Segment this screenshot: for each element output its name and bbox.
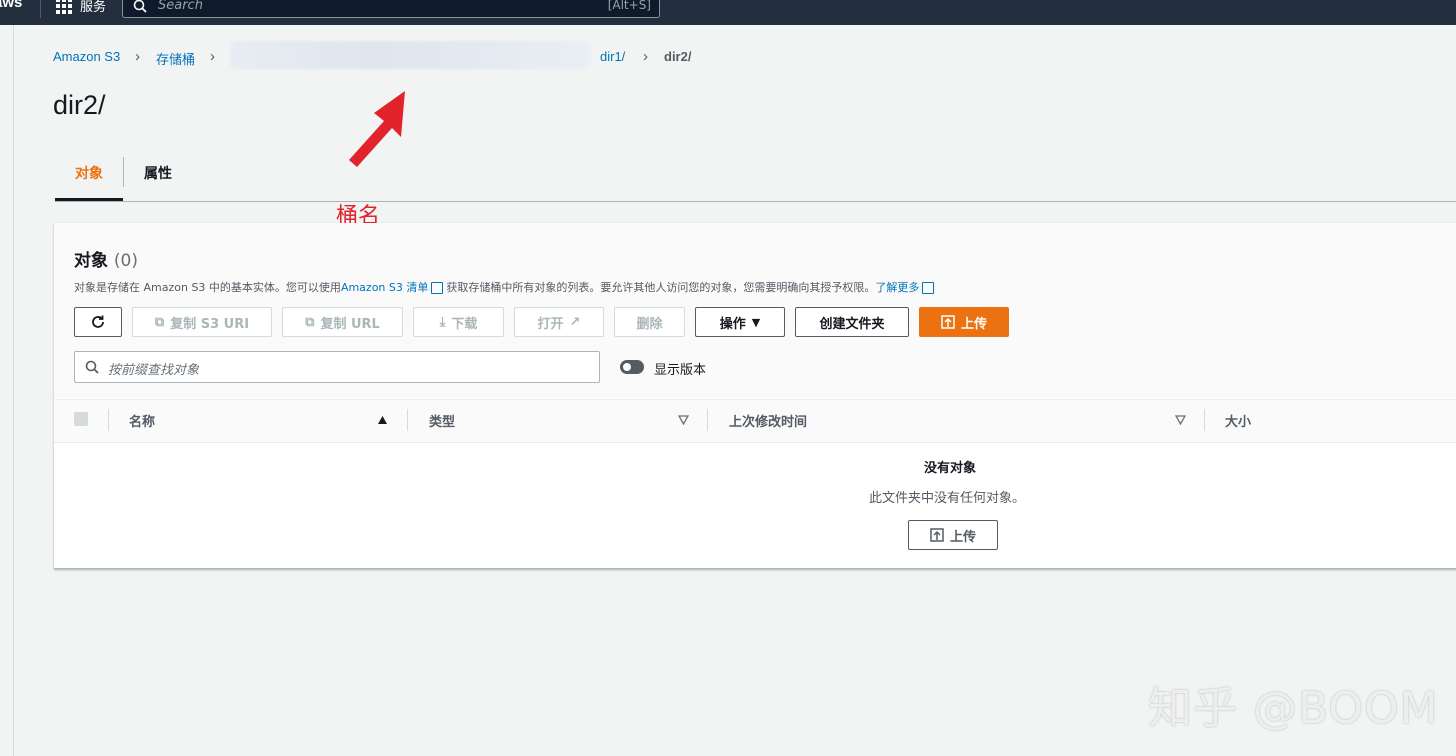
external-link-icon: ↗ <box>569 314 581 330</box>
learn-more-link[interactable]: 了解更多 <box>875 279 919 295</box>
sort-ascending-icon[interactable] <box>377 415 388 425</box>
inventory-link[interactable]: Amazon S3 清单 <box>341 279 428 295</box>
annotation-arrow-icon <box>349 91 405 167</box>
column-divider <box>1204 409 1205 431</box>
open-label: 打开 <box>537 316 564 332</box>
caret-down-icon: ▼ <box>751 315 761 329</box>
nav-divider <box>40 0 41 18</box>
tabs-baseline <box>55 201 1456 202</box>
sort-icon[interactable] <box>678 415 689 425</box>
empty-upload-button[interactable]: 上传 <box>908 520 998 550</box>
chevron-right-icon: › <box>135 48 140 65</box>
objects-panel-title: 对象 (0) <box>74 246 138 271</box>
delete-button[interactable]: 删除 <box>614 307 685 337</box>
search-icon <box>85 360 99 374</box>
upload-icon <box>930 528 944 542</box>
objects-title-text: 对象 <box>74 251 108 271</box>
search-placeholder: Search <box>158 0 203 13</box>
find-objects-input[interactable]: 按前缀查找对象 <box>74 351 600 383</box>
actions-dropdown-button[interactable]: 操作 ▼ <box>695 307 785 337</box>
grid-icon <box>56 0 72 14</box>
column-header-name[interactable]: 名称 <box>129 411 155 430</box>
download-icon: ⤓ <box>439 314 446 330</box>
download-label: 下载 <box>451 316 478 332</box>
desc-text-1: 对象是存储在 Amazon S3 中的基本实体。您可以使用 <box>74 281 341 294</box>
copy-s3-uri-label: 复制 S3 URI <box>170 316 250 332</box>
chevron-right-icon: › <box>210 48 215 65</box>
toggle-knob <box>623 363 631 371</box>
refresh-icon <box>92 315 104 328</box>
copy-url-label: 复制 URL <box>320 316 380 332</box>
delete-label: 删除 <box>636 316 663 332</box>
sort-icon[interactable] <box>1175 415 1186 425</box>
upload-icon <box>941 315 955 329</box>
services-menu-button[interactable]: 服务 <box>56 0 106 15</box>
show-versions-label: 显示版本 <box>654 363 707 378</box>
services-label: 服务 <box>80 0 107 15</box>
breadcrumb-current: dir2/ <box>664 49 692 64</box>
objects-count: (0) <box>113 251 139 271</box>
copy-icon: ⧉ <box>154 314 165 330</box>
upload-button[interactable]: 上传 <box>919 307 1009 337</box>
column-header-last-modified[interactable]: 上次修改时间 <box>729 411 807 430</box>
refresh-button[interactable] <box>74 307 122 337</box>
open-button[interactable]: 打开 ↗ <box>514 307 604 337</box>
column-divider <box>108 409 109 431</box>
copy-icon: ⧉ <box>305 314 315 330</box>
actions-label: 操作 <box>719 316 746 332</box>
breadcrumb-amazon-s3[interactable]: Amazon S3 <box>53 49 120 64</box>
search-shortcut: [Alt+S] <box>607 0 651 12</box>
chevron-right-icon: › <box>643 48 648 65</box>
tab-objects[interactable]: 对象 <box>75 163 103 183</box>
column-header-size[interactable]: 大小 <box>1225 411 1251 430</box>
side-divider <box>13 25 14 756</box>
empty-state-description: 此文件夹中没有任何对象。 <box>869 491 1026 506</box>
upload-label: 上传 <box>960 316 987 332</box>
show-versions-toggle[interactable] <box>620 360 644 374</box>
search-icon <box>133 0 147 13</box>
tab-divider <box>123 157 124 187</box>
empty-title-text: 没有对象 <box>924 461 977 476</box>
watermark: 知乎 @BOOM <box>1148 683 1439 734</box>
empty-upload-label: 上传 <box>949 529 976 545</box>
breadcrumb-dir1[interactable]: dir1/ <box>600 49 625 64</box>
aws-logo[interactable]: aws <box>0 0 22 11</box>
page-title: dir2/ <box>53 90 106 120</box>
breadcrumb-bucket-name-redacted[interactable] <box>230 41 590 69</box>
breadcrumb-buckets[interactable]: 存储桶 <box>156 49 195 68</box>
download-button[interactable]: ⤓ 下载 <box>413 307 504 337</box>
column-divider <box>407 409 408 431</box>
objects-description: 对象是存储在 Amazon S3 中的基本实体。您可以使用 Amazon S3 … <box>74 279 937 295</box>
select-all-checkbox[interactable] <box>74 412 88 426</box>
external-link-icon <box>922 282 935 294</box>
search-input[interactable]: Search [Alt+S] <box>122 0 660 18</box>
create-folder-label: 创建文件夹 <box>819 316 885 332</box>
copy-url-button[interactable]: ⧉ 复制 URL <box>282 307 403 337</box>
column-header-type[interactable]: 类型 <box>429 411 455 430</box>
tab-properties[interactable]: 属性 <box>144 163 172 183</box>
create-folder-button[interactable]: 创建文件夹 <box>795 307 909 337</box>
external-link-icon <box>431 282 444 294</box>
column-divider <box>707 409 708 431</box>
copy-s3-uri-button[interactable]: ⧉ 复制 S3 URI <box>132 307 272 337</box>
find-objects-placeholder: 按前缀查找对象 <box>108 363 200 378</box>
desc-text-2: 获取存储桶中所有对象的列表。要允许其他人访问您的对象，您需要明确向其授予权限。 <box>446 281 876 294</box>
